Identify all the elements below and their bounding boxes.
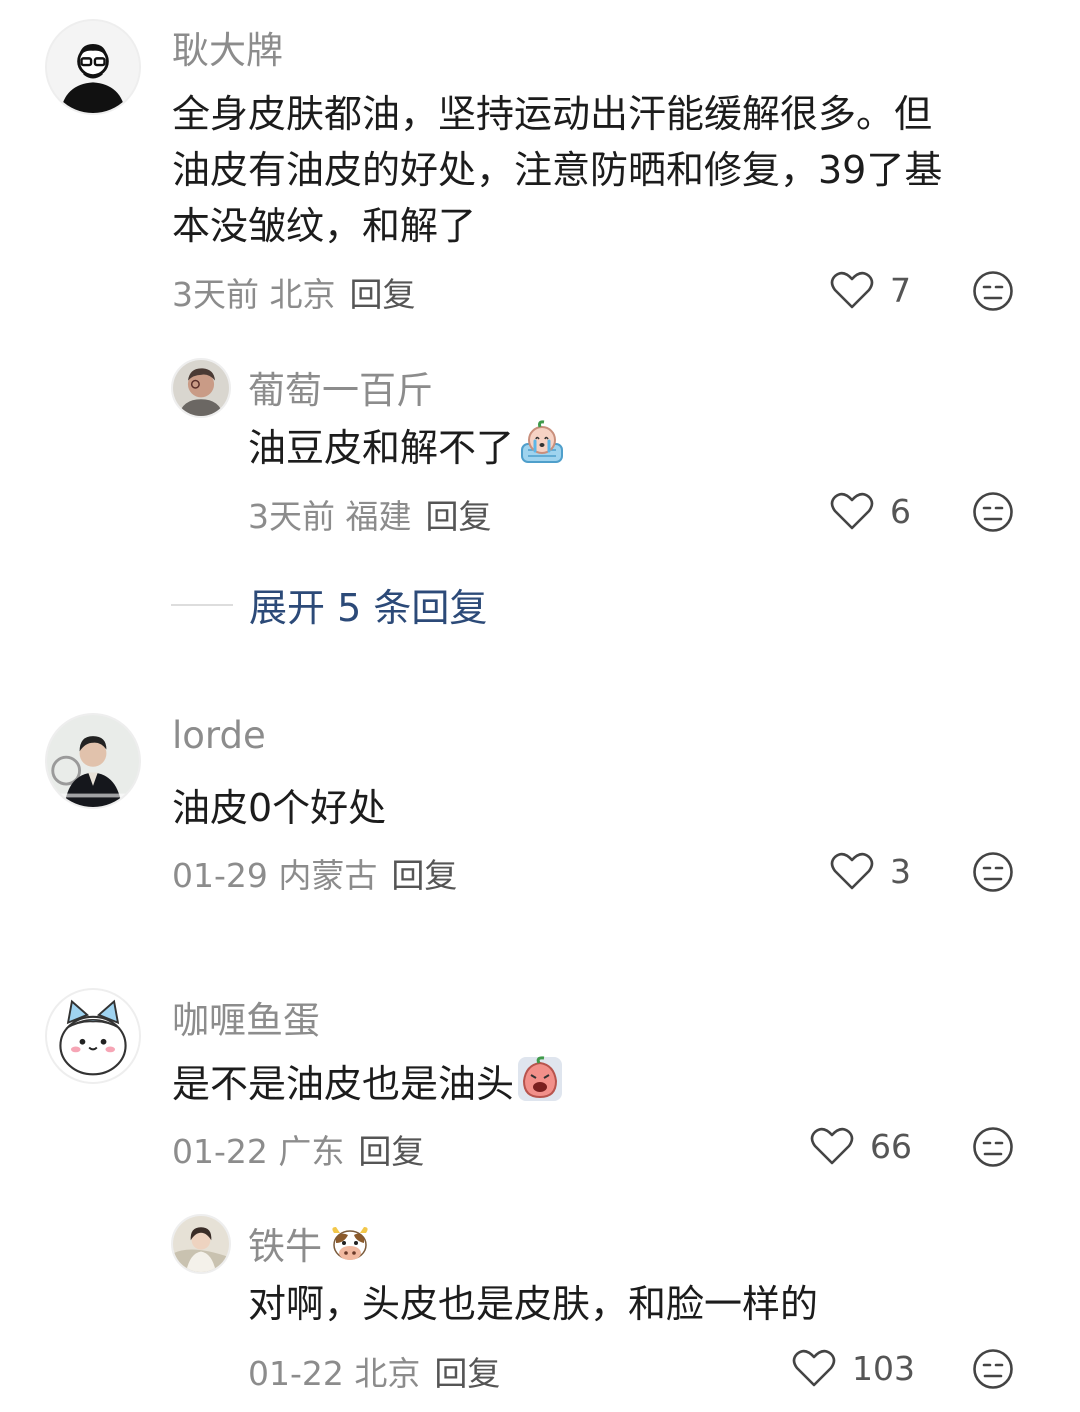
dislike-button[interactable] xyxy=(972,270,1014,312)
comment-text: 本没皱纹，和解了 xyxy=(172,204,477,248)
person-photo-avatar-icon xyxy=(173,360,229,416)
dislike-button[interactable] xyxy=(972,1126,1014,1168)
dislike-button[interactable] xyxy=(972,1348,1014,1390)
user-avatar[interactable] xyxy=(171,1214,231,1274)
divider-line xyxy=(171,603,233,606)
cow-emoji-icon xyxy=(328,1223,372,1274)
like-count: 3 xyxy=(890,851,911,891)
like-button[interactable]: 7 xyxy=(830,270,911,310)
comment-text: 油豆皮和解不了 xyxy=(248,420,566,481)
comment-meta: 3天前 福建 回复 xyxy=(248,490,492,538)
time-location: 01-29 内蒙古 xyxy=(172,856,378,895)
like-button[interactable]: 3 xyxy=(830,851,911,891)
heart-icon xyxy=(792,1349,836,1387)
scared-peach-emoji-icon xyxy=(516,1055,564,1118)
crying-peach-emoji-icon xyxy=(518,420,566,481)
reply-button[interactable]: 回复 xyxy=(358,1132,424,1171)
like-button[interactable]: 103 xyxy=(792,1348,915,1388)
comment-text: 是不是油皮也是油头 xyxy=(172,1055,564,1118)
user-avatar[interactable] xyxy=(45,988,141,1084)
username[interactable]: 耿大牌 xyxy=(172,20,283,74)
user-avatar[interactable] xyxy=(45,713,141,809)
dislike-face-icon xyxy=(973,852,1013,892)
dislike-face-icon xyxy=(973,1349,1013,1389)
username[interactable]: 咖喱鱼蛋 xyxy=(172,990,320,1044)
comment-text: 油皮有油皮的好处，注意防晒和修复，39了基 xyxy=(172,148,943,192)
time-location: 3天前 福建 xyxy=(248,497,412,536)
time-location: 01-22 广东 xyxy=(172,1132,345,1171)
user-avatar[interactable] xyxy=(45,19,141,115)
username[interactable]: lorde xyxy=(172,714,266,757)
username[interactable]: 葡萄一百斤 xyxy=(248,360,433,414)
man-glasses-avatar-icon xyxy=(47,21,139,113)
heart-icon xyxy=(810,1127,854,1165)
username[interactable]: 铁牛 xyxy=(248,1216,372,1274)
reply-button[interactable]: 回复 xyxy=(350,275,416,314)
reply-button[interactable]: 回复 xyxy=(426,497,492,536)
like-button[interactable]: 66 xyxy=(810,1126,912,1166)
like-count: 103 xyxy=(852,1348,915,1388)
man-suit-avatar-icon xyxy=(47,715,139,807)
heart-icon xyxy=(830,492,874,530)
dislike-face-icon xyxy=(973,271,1013,311)
reply-button[interactable]: 回复 xyxy=(434,1354,500,1393)
like-count: 7 xyxy=(890,270,911,310)
comment-text: 油皮0个好处 xyxy=(172,786,387,830)
expand-replies-label: 展开 5 条回复 xyxy=(249,586,488,630)
comment-meta: 01-29 内蒙古 回复 xyxy=(172,849,457,897)
dislike-face-icon xyxy=(973,1127,1013,1167)
reply-button[interactable]: 回复 xyxy=(391,856,457,895)
like-button[interactable]: 6 xyxy=(830,491,911,531)
heart-icon xyxy=(830,271,874,309)
comment-meta: 01-22 广东 回复 xyxy=(172,1125,424,1173)
expand-replies-button[interactable]: 展开 5 条回复 xyxy=(171,577,487,632)
comment-text: 对啊，头皮也是皮肤，和脸一样的 xyxy=(248,1282,819,1326)
time-location: 01-22 北京 xyxy=(248,1354,421,1393)
time-location: 3天前 北京 xyxy=(172,275,336,314)
comment-meta: 3天前 北京 回复 xyxy=(172,268,416,316)
user-avatar[interactable] xyxy=(171,358,231,418)
comment-meta: 01-22 北京 回复 xyxy=(248,1347,500,1395)
like-count: 66 xyxy=(870,1126,912,1166)
girl-photo-avatar-icon xyxy=(173,1216,229,1272)
dislike-face-icon xyxy=(973,492,1013,532)
comment-text: 全身皮肤都油，坚持运动出汗能缓解很多。但 xyxy=(172,92,933,136)
like-count: 6 xyxy=(890,491,911,531)
dislike-button[interactable] xyxy=(972,491,1014,533)
heart-icon xyxy=(830,852,874,890)
cartoon-cat-avatar-icon xyxy=(47,990,139,1082)
dislike-button[interactable] xyxy=(972,851,1014,893)
